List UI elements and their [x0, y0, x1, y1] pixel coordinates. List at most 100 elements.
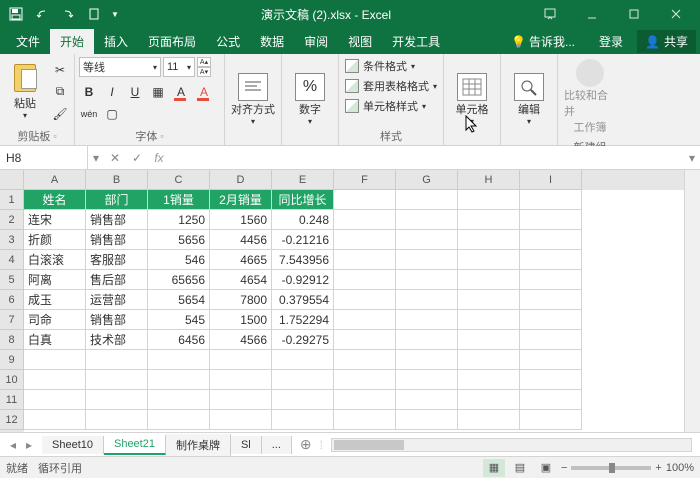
cell[interactable] [458, 310, 520, 330]
cell[interactable]: 1销量 [148, 190, 210, 210]
cell[interactable]: 销售部 [86, 210, 148, 230]
font-launcher[interactable]: ▫ [160, 131, 163, 141]
cell[interactable] [86, 350, 148, 370]
cell[interactable] [396, 390, 458, 410]
cell[interactable] [210, 390, 272, 410]
column-header[interactable]: G [396, 170, 458, 190]
add-sheet-button[interactable]: ⊕ [292, 436, 320, 453]
copy-button[interactable]: ⧉ [50, 82, 70, 102]
column-header[interactable]: E [272, 170, 334, 190]
cell[interactable]: 1560 [210, 210, 272, 230]
close-button[interactable] [656, 3, 696, 25]
sheet-nav-next[interactable]: ▸ [22, 438, 36, 452]
cell[interactable] [24, 350, 86, 370]
select-all-corner[interactable] [0, 170, 24, 190]
cell[interactable]: 545 [148, 310, 210, 330]
cancel-formula-button[interactable]: ✕ [104, 151, 126, 165]
cell[interactable] [520, 290, 582, 310]
formula-input[interactable] [170, 146, 684, 169]
enter-formula-button[interactable]: ✓ [126, 151, 148, 165]
cell[interactable] [520, 270, 582, 290]
cell[interactable] [86, 390, 148, 410]
cell[interactable]: 司命 [24, 310, 86, 330]
share-button[interactable]: 👤共享 [637, 30, 696, 53]
cell[interactable]: 2月销量 [210, 190, 272, 210]
cell[interactable]: 客服部 [86, 250, 148, 270]
cell[interactable]: 同比增长 [272, 190, 334, 210]
cell[interactable] [520, 190, 582, 210]
cell[interactable] [334, 390, 396, 410]
tab-dev[interactable]: 开发工具 [382, 29, 450, 54]
cell[interactable] [396, 230, 458, 250]
sheet-tab-4[interactable]: Sl [231, 436, 262, 454]
new-button[interactable] [82, 3, 106, 25]
decrease-font-button[interactable]: A▾ [197, 67, 211, 77]
cell[interactable] [396, 250, 458, 270]
cell[interactable] [458, 230, 520, 250]
vertical-scrollbar[interactable] [684, 170, 700, 432]
tellme[interactable]: 💡告诉我... [501, 29, 585, 54]
border-button[interactable]: ▦ [148, 82, 168, 102]
zoom-out-button[interactable]: − [561, 462, 567, 474]
cell[interactable] [396, 270, 458, 290]
tab-insert[interactable]: 插入 [94, 29, 138, 54]
namebox-dropdown[interactable]: ▾ [88, 151, 104, 165]
redo-button[interactable] [56, 3, 80, 25]
italic-button[interactable]: I [102, 82, 122, 102]
cell[interactable]: 0.248 [272, 210, 334, 230]
cell[interactable]: 65656 [148, 270, 210, 290]
cell[interactable] [272, 390, 334, 410]
ribbon-options-button[interactable] [530, 3, 570, 25]
view-break-button[interactable]: ▣ [535, 459, 557, 477]
cell[interactable] [520, 350, 582, 370]
alignment-button[interactable]: 对齐方式▾ [229, 71, 277, 128]
cells-button[interactable]: 单元格▾ [448, 71, 496, 128]
font-name-select[interactable]: 等线▾ [79, 57, 161, 77]
view-normal-button[interactable]: ▦ [483, 459, 505, 477]
conditional-format-button[interactable]: 条件格式▾ [343, 57, 417, 75]
row-header[interactable]: 7 [0, 310, 24, 330]
column-header[interactable]: B [86, 170, 148, 190]
cell[interactable] [334, 330, 396, 350]
cell[interactable] [86, 410, 148, 430]
cell[interactable]: 1250 [148, 210, 210, 230]
cell[interactable] [458, 410, 520, 430]
cell[interactable] [520, 310, 582, 330]
clipboard-launcher[interactable]: ▫ [53, 131, 56, 141]
cell[interactable] [396, 190, 458, 210]
cell[interactable] [458, 290, 520, 310]
cell[interactable]: 折颜 [24, 230, 86, 250]
underline-button[interactable]: U [125, 82, 145, 102]
tab-layout[interactable]: 页面布局 [138, 29, 206, 54]
cell[interactable] [210, 370, 272, 390]
cell[interactable] [334, 290, 396, 310]
cell[interactable]: 6456 [148, 330, 210, 350]
cell[interactable]: 姓名 [24, 190, 86, 210]
tab-home[interactable]: 开始 [50, 29, 94, 54]
table-format-button[interactable]: 套用表格格式▾ [343, 77, 439, 95]
cell[interactable] [24, 390, 86, 410]
cell[interactable]: 连宋 [24, 210, 86, 230]
cell[interactable] [520, 330, 582, 350]
tab-view[interactable]: 视图 [338, 29, 382, 54]
zoom-level[interactable]: 100% [666, 462, 694, 474]
cell[interactable] [24, 370, 86, 390]
cell[interactable]: -0.29275 [272, 330, 334, 350]
cell[interactable] [334, 270, 396, 290]
cell[interactable]: 5656 [148, 230, 210, 250]
cell[interactable] [148, 410, 210, 430]
cell[interactable] [458, 250, 520, 270]
cell[interactable]: 白真 [24, 330, 86, 350]
cell[interactable]: 546 [148, 250, 210, 270]
login-button[interactable]: 登录 [589, 29, 633, 54]
cell[interactable]: 阿离 [24, 270, 86, 290]
cell[interactable]: 售后部 [86, 270, 148, 290]
paste-button[interactable]: 粘贴 ▾ [4, 63, 46, 120]
horizontal-scrollbar[interactable] [331, 438, 692, 452]
cell[interactable] [520, 410, 582, 430]
cell[interactable]: 4456 [210, 230, 272, 250]
cell[interactable] [396, 370, 458, 390]
cell[interactable] [334, 230, 396, 250]
cell[interactable] [272, 370, 334, 390]
cell[interactable]: 运营部 [86, 290, 148, 310]
